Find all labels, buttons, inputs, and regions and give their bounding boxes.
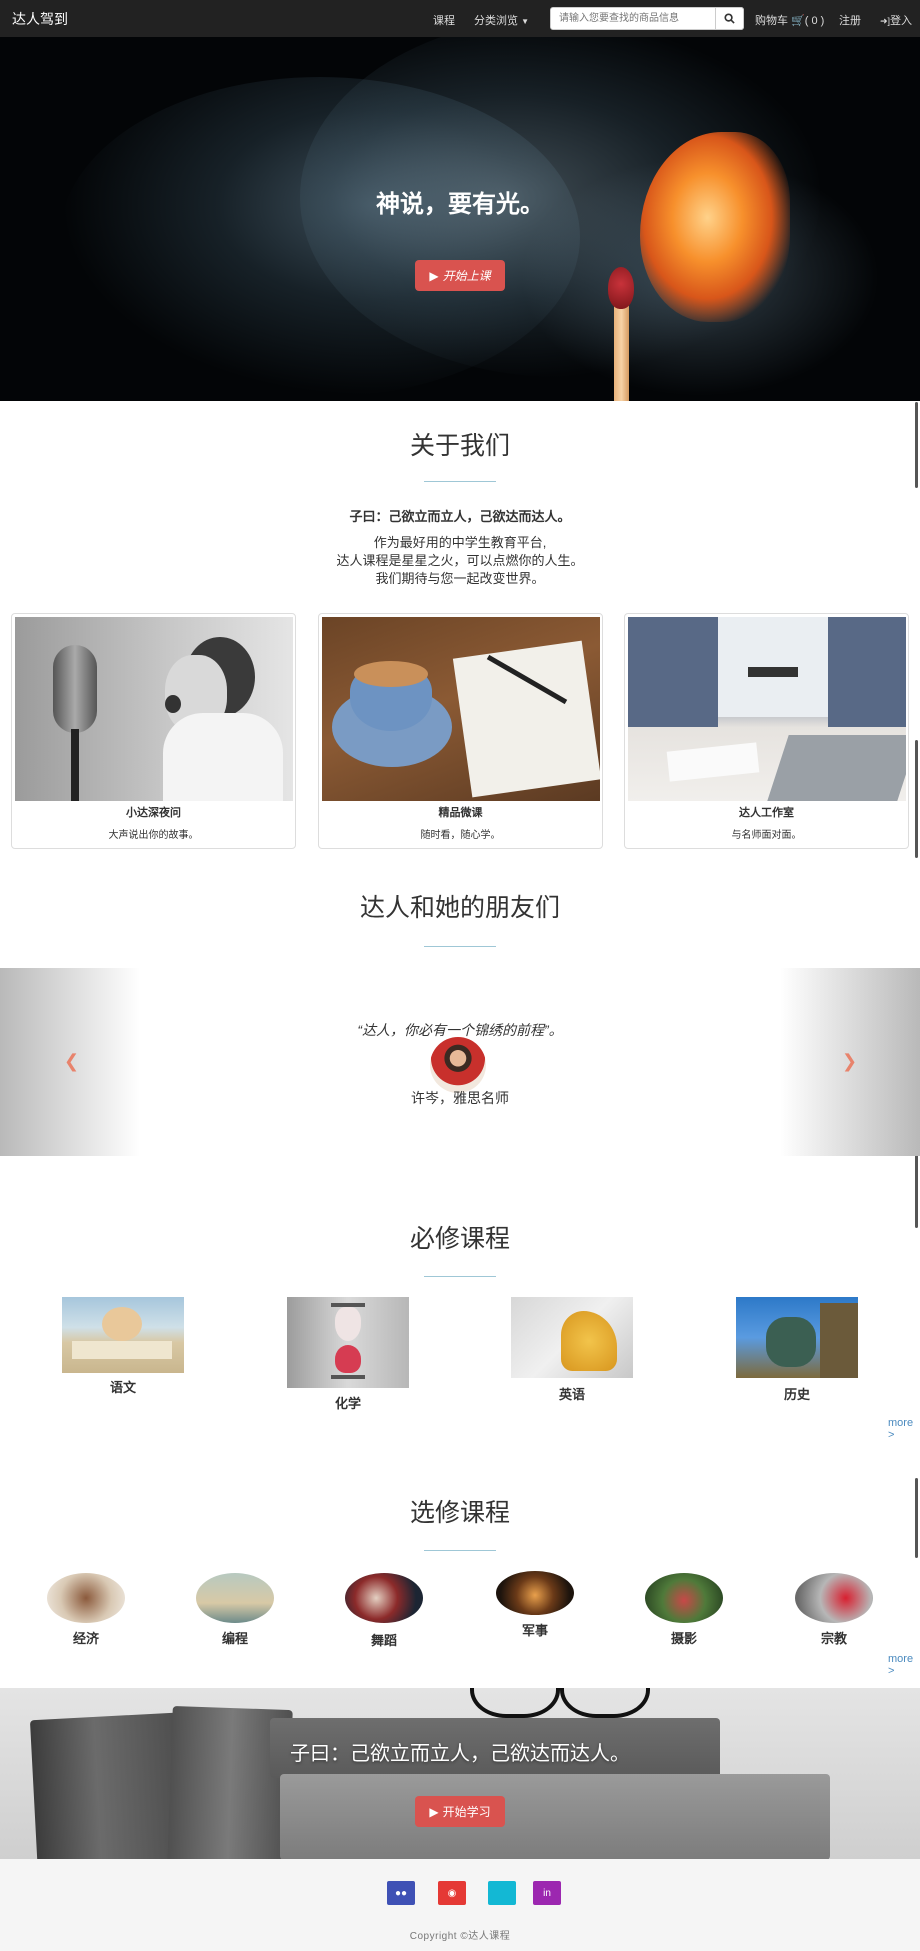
card-text: 大声说出你的故事。	[108, 830, 199, 841]
nav-login-label: 登入	[890, 15, 913, 27]
footer: ●● ◉ in Copyright ©达人课程	[0, 1859, 920, 1951]
scrollbar-thumb[interactable]	[915, 740, 918, 858]
card-image-workstation	[628, 617, 906, 801]
course-name[interactable]: 军事	[495, 1620, 575, 1639]
card-title: 精品微课	[438, 807, 483, 819]
course-image-religion[interactable]	[795, 1573, 873, 1623]
card-image-singer	[15, 617, 293, 801]
course-name[interactable]: 舞蹈	[344, 1630, 424, 1649]
testimonial-carousel: ❮ ❯ “达人，你必有一个锦绣的前程”。 许岑，雅思名师	[0, 968, 920, 1156]
nav-cart-link[interactable]: 购物车 🛒( 0 )	[755, 12, 824, 28]
cart-count: ( 0 )	[804, 15, 825, 27]
testimonial-author: 许岑，雅思名师	[411, 1090, 509, 1106]
avatar	[430, 1037, 486, 1093]
required-title: 必修课程	[409, 1225, 510, 1253]
about-title: 关于我们	[409, 432, 510, 460]
search-button[interactable]	[715, 7, 744, 30]
search-input[interactable]	[551, 8, 711, 29]
course-name[interactable]: 摄影	[644, 1628, 724, 1647]
course-image-dance[interactable]	[345, 1573, 423, 1623]
top-navbar: 达人驾到 课程 分类浏览 ▼ 购物车 🛒( 0 ) 注册 ➜]登入	[0, 0, 920, 37]
friends-title: 达人和她的朋友们	[359, 894, 560, 922]
course-image-military[interactable]	[496, 1571, 574, 1615]
about-divider	[424, 481, 496, 482]
weibo-icon[interactable]: ◉	[438, 1881, 466, 1905]
hero-banner: 神说，要有光。 ▶ 开始上课	[0, 37, 920, 401]
start-learning-label: 开始学习	[442, 1805, 491, 1819]
about-quote: 子曰：己欲立而立人，己欲达而达人。	[349, 509, 571, 524]
caret-down-icon: ▼	[521, 17, 529, 26]
course-image-history[interactable]	[736, 1297, 858, 1378]
friends-divider	[424, 946, 496, 947]
banner-title: 子曰：己欲立而立人，己欲达而达人。	[290, 1743, 630, 1765]
course-image-economics[interactable]	[47, 1573, 125, 1623]
elective-more-link[interactable]: more >	[888, 1653, 920, 1677]
about-line: 我们期待与您一起改变世界。	[375, 571, 545, 586]
about-line: 作为最好用的中学生教育平台,	[373, 535, 547, 550]
course-image-english[interactable]	[511, 1297, 633, 1378]
search-icon	[724, 13, 735, 24]
brand-logo[interactable]: 达人驾到	[12, 9, 68, 29]
nav-browse-dropdown[interactable]: 分类浏览 ▼	[474, 12, 529, 28]
course-name[interactable]: 语文	[83, 1377, 163, 1396]
cart-icon: 🛒	[791, 15, 805, 27]
chevron-left-icon[interactable]: ❮	[64, 1051, 79, 1072]
login-icon: ➜]	[880, 16, 891, 26]
chevron-right-icon[interactable]: ❯	[842, 1051, 857, 1072]
course-name[interactable]: 编程	[195, 1628, 275, 1647]
card-title: 小达深夜问	[126, 807, 181, 819]
card-text: 随时看，随心学。	[420, 830, 501, 841]
card-text: 与名师面对面。	[731, 830, 802, 841]
feature-card[interactable]: 达人工作室 与名师面对面。	[624, 613, 909, 849]
course-name[interactable]: 历史	[757, 1384, 837, 1403]
card-title: 达人工作室	[739, 807, 794, 819]
elective-divider	[424, 1550, 496, 1551]
wechat-icon[interactable]: ●●	[387, 1881, 415, 1905]
nav-browse-label: 分类浏览	[474, 15, 518, 27]
nav-register-link[interactable]: 注册	[839, 12, 861, 28]
course-image-photography[interactable]	[645, 1573, 723, 1623]
nav-login-link[interactable]: ➜]登入	[880, 12, 912, 28]
glasses-lens	[470, 1688, 560, 1718]
banner-book	[280, 1774, 830, 1859]
nav-courses-link[interactable]: 课程	[433, 12, 455, 28]
card-image-coffee	[322, 617, 600, 801]
copyright-text: Copyright ©达人课程	[409, 1931, 511, 1942]
elective-title: 选修课程	[409, 1499, 510, 1527]
course-name[interactable]: 经济	[46, 1628, 126, 1647]
play-icon: ▶	[429, 1804, 439, 1819]
required-divider	[424, 1276, 496, 1277]
start-class-button[interactable]: ▶ 开始上课	[415, 260, 505, 291]
start-class-label: 开始上课	[442, 269, 491, 283]
glasses-lens	[560, 1688, 650, 1718]
qq-icon[interactable]	[488, 1881, 516, 1905]
course-name[interactable]: 化学	[308, 1393, 388, 1412]
course-name[interactable]: 英语	[532, 1384, 612, 1403]
about-line: 达人课程是星星之火，可以点燃你的人生。	[336, 553, 584, 568]
feature-card[interactable]: 精品微课 随时看，随心学。	[318, 613, 603, 849]
search-box	[550, 7, 744, 30]
hero-match-head	[608, 267, 634, 309]
hero-title: 神说，要有光。	[376, 191, 544, 218]
course-name[interactable]: 宗教	[794, 1628, 874, 1647]
nav-cart-label: 购物车	[755, 15, 788, 27]
course-image-programming[interactable]	[196, 1573, 274, 1623]
required-more-link[interactable]: more >	[888, 1417, 920, 1441]
feature-card[interactable]: 小达深夜问 大声说出你的故事。	[11, 613, 296, 849]
cta-banner: 子曰：己欲立而立人，己欲达而达人。 ▶ 开始学习	[0, 1688, 920, 1859]
start-learning-button[interactable]: ▶ 开始学习	[415, 1796, 505, 1827]
play-icon: ▶	[429, 268, 439, 283]
linkedin-icon[interactable]: in	[533, 1881, 561, 1905]
course-image-chinese[interactable]	[62, 1297, 184, 1373]
course-image-chemistry[interactable]	[287, 1297, 409, 1388]
